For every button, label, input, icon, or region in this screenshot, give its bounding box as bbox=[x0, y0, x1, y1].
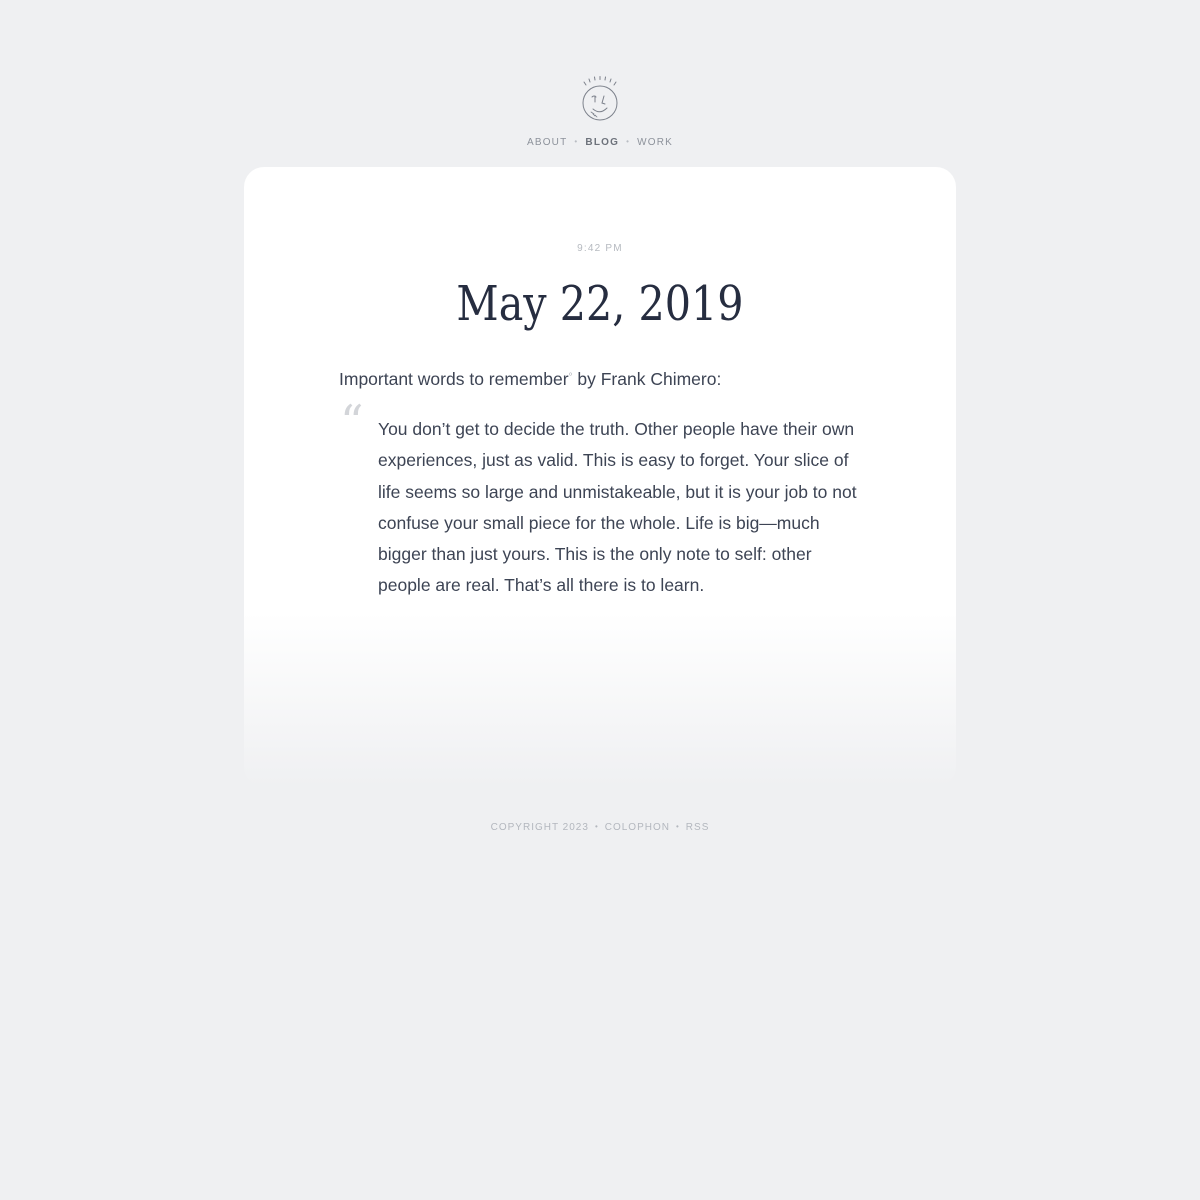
main-nav: ABOUT • BLOG • WORK bbox=[0, 137, 1200, 148]
page: ABOUT • BLOG • WORK 9:42 PM May 22, 2019 Imp… bbox=[0, 0, 1200, 1200]
nav-item-blog[interactable]: BLOG bbox=[585, 137, 619, 148]
post-intro: Important words to remember° by Frank Ch… bbox=[339, 367, 869, 391]
post-title: May 22, 2019 bbox=[456, 276, 744, 332]
footer-separator: • bbox=[594, 822, 599, 831]
intro-link[interactable]: Important words to remember° bbox=[339, 369, 573, 389]
site-footer: COPYRIGHT 2023 • COLOPHON • RSS bbox=[0, 822, 1200, 833]
post-time: 9:42 PM bbox=[577, 243, 623, 254]
smiling-face-logo-icon[interactable] bbox=[579, 76, 621, 124]
link-marker-icon: ° bbox=[568, 372, 573, 383]
footer-copyright: COPYRIGHT 2023 bbox=[490, 822, 589, 833]
quote-mark-icon: “ bbox=[340, 395, 364, 449]
intro-suffix: by Frank Chimero: bbox=[572, 369, 722, 389]
footer-colophon-link[interactable]: COLOPHON bbox=[605, 822, 670, 833]
post-blockquote: You don’t get to decide the truth. Other… bbox=[378, 419, 857, 596]
footer-separator: • bbox=[675, 822, 680, 831]
nav-separator: • bbox=[574, 137, 579, 146]
nav-item-about[interactable]: ABOUT bbox=[527, 137, 567, 148]
post-card: 9:42 PM May 22, 2019 Important words to … bbox=[244, 167, 956, 787]
nav-item-work[interactable]: WORK bbox=[637, 137, 673, 148]
nav-separator: • bbox=[626, 137, 631, 146]
intro-link-text: Important words to remember bbox=[339, 369, 569, 389]
footer-rss-link[interactable]: RSS bbox=[686, 822, 710, 833]
